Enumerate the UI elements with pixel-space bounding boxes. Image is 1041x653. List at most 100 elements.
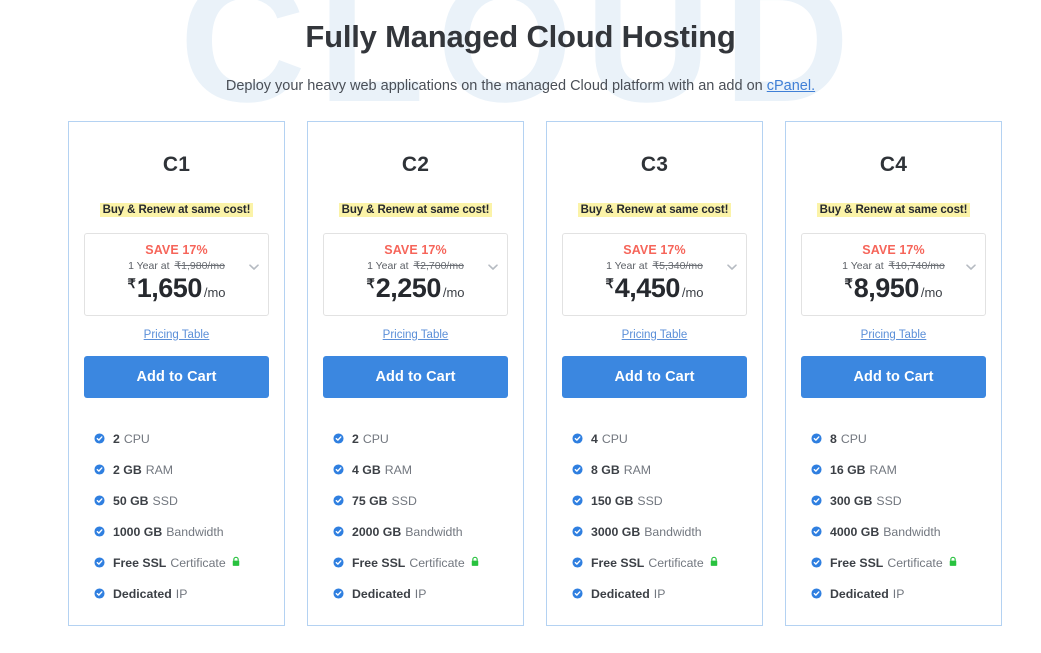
feature-value: 2 <box>113 431 120 446</box>
feature-item: Free SSL Certificate <box>333 547 507 578</box>
pricing-card-c1: C1 Buy & Renew at same cost! SAVE 17% 1 … <box>68 121 285 626</box>
pricing-cards-row: C1 Buy & Renew at same cost! SAVE 17% 1 … <box>68 121 1006 626</box>
pricing-table-link[interactable]: Pricing Table <box>144 329 210 341</box>
page-header: Fully Managed Cloud Hosting Deploy your … <box>0 0 1041 96</box>
check-circle-icon <box>94 495 105 506</box>
page-subtitle-text: Deploy your heavy web applications on th… <box>225 78 767 95</box>
chevron-down-icon[interactable] <box>247 260 260 273</box>
add-to-cart-button[interactable]: Add to Cart <box>801 356 986 398</box>
add-to-cart-button[interactable]: Add to Cart <box>562 356 747 398</box>
feature-value: 300 GB <box>830 493 873 508</box>
chevron-down-icon[interactable] <box>964 260 977 273</box>
feature-value: 1000 GB <box>113 524 163 539</box>
feature-value: 2000 GB <box>352 524 402 539</box>
rupee-symbol: ₹ <box>127 276 136 291</box>
feature-label: Certificate <box>887 555 943 570</box>
check-circle-icon <box>333 495 344 506</box>
price-box[interactable]: SAVE 17% 1 Year at ₹1,980/mo ₹1,650/mo <box>84 233 269 316</box>
renew-badge: Buy & Renew at same cost! <box>577 203 732 217</box>
feature-label: Certificate <box>409 555 465 570</box>
feature-label: SSD <box>876 493 902 508</box>
price-box[interactable]: SAVE 17% 1 Year at ₹2,700/mo ₹2,250/mo <box>323 233 508 316</box>
feature-item: Free SSL Certificate <box>811 547 985 578</box>
feature-item: 8 GB RAM <box>572 454 746 485</box>
current-price-row: ₹8,950/mo <box>810 273 977 304</box>
check-circle-icon <box>94 557 105 568</box>
pricing-card-c2: C2 Buy & Renew at same cost! SAVE 17% 1 … <box>307 121 524 626</box>
feature-label: Certificate <box>170 555 226 570</box>
current-price-row: ₹2,250/mo <box>332 273 499 304</box>
feature-item: 150 GB SSD <box>572 485 746 516</box>
feature-value: 2 GB <box>113 462 142 477</box>
feature-label: IP <box>653 586 666 601</box>
check-circle-icon <box>94 464 105 475</box>
check-circle-icon <box>572 433 583 444</box>
save-label: SAVE 17% <box>384 243 447 257</box>
lock-icon <box>231 556 241 570</box>
price-period: /mo <box>920 285 943 300</box>
feature-label: Certificate <box>648 555 704 570</box>
feature-value: 150 GB <box>591 493 634 508</box>
term-prefix: 1 Year at <box>128 260 173 272</box>
save-label: SAVE 17% <box>145 243 208 257</box>
feature-item: Dedicated IP <box>333 578 507 609</box>
old-price: ₹5,340/mo <box>652 260 703 272</box>
feature-value: 16 GB <box>830 462 866 477</box>
feature-list: 2 CPU 4 GB RAM 75 GB SSD 2000 GB Bandwidth Free … <box>324 423 507 609</box>
feature-label: Bandwidth <box>644 524 702 539</box>
check-circle-icon <box>94 526 105 537</box>
pricing-table-link[interactable]: Pricing Table <box>383 329 449 341</box>
price-box[interactable]: SAVE 17% 1 Year at ₹5,340/mo ₹4,450/mo <box>562 233 747 316</box>
feature-value: 8 GB <box>591 462 620 477</box>
price-box[interactable]: SAVE 17% 1 Year at ₹10,740/mo ₹8,950/mo <box>801 233 986 316</box>
feature-item: 4 CPU <box>572 423 746 454</box>
feature-list: 2 CPU 2 GB RAM 50 GB SSD 1000 GB Bandwidth Free … <box>85 423 268 609</box>
feature-item: 16 GB RAM <box>811 454 985 485</box>
plan-name: C1 <box>162 153 191 176</box>
check-circle-icon <box>811 557 822 568</box>
chevron-down-icon[interactable] <box>725 260 738 273</box>
price-amount: 8,950 <box>853 273 920 303</box>
cpanel-link[interactable]: cPanel. <box>767 78 815 94</box>
plan-name: C3 <box>640 153 669 176</box>
plan-name: C4 <box>879 153 908 176</box>
save-label: SAVE 17% <box>862 243 925 257</box>
check-circle-icon <box>94 433 105 444</box>
price-amount: 2,250 <box>375 273 442 303</box>
feature-value: Dedicated <box>113 586 172 601</box>
feature-item: 2 GB RAM <box>94 454 268 485</box>
rupee-symbol: ₹ <box>605 276 614 291</box>
term-row: 1 Year at ₹2,700/mo <box>332 260 499 272</box>
feature-item: 3000 GB Bandwidth <box>572 516 746 547</box>
feature-label: IP <box>175 586 188 601</box>
feature-label: IP <box>892 586 905 601</box>
feature-label: Bandwidth <box>883 524 941 539</box>
rupee-symbol: ₹ <box>844 276 853 291</box>
check-circle-icon <box>811 526 822 537</box>
feature-value: 4 <box>591 431 598 446</box>
term-prefix: 1 Year at <box>606 260 651 272</box>
pricing-table-link[interactable]: Pricing Table <box>622 329 688 341</box>
check-circle-icon <box>572 557 583 568</box>
price-period: /mo <box>442 285 465 300</box>
check-circle-icon <box>572 464 583 475</box>
page-subtitle: Deploy your heavy web applications on th… <box>0 76 1041 96</box>
add-to-cart-button[interactable]: Add to Cart <box>84 356 269 398</box>
check-circle-icon <box>94 588 105 599</box>
feature-value: Free SSL <box>113 555 167 570</box>
price-amount: 1,650 <box>136 273 203 303</box>
feature-label: SSD <box>637 493 663 508</box>
feature-label: SSD <box>391 493 417 508</box>
chevron-down-icon[interactable] <box>486 260 499 273</box>
feature-label: IP <box>414 586 427 601</box>
check-circle-icon <box>572 495 583 506</box>
pricing-card-c3: C3 Buy & Renew at same cost! SAVE 17% 1 … <box>546 121 763 626</box>
add-to-cart-button[interactable]: Add to Cart <box>323 356 508 398</box>
pricing-table-link[interactable]: Pricing Table <box>861 329 927 341</box>
lock-icon <box>470 556 480 570</box>
check-circle-icon <box>811 495 822 506</box>
check-circle-icon <box>333 526 344 537</box>
feature-label: CPU <box>601 431 628 446</box>
feature-value: Dedicated <box>352 586 411 601</box>
feature-item: 4 GB RAM <box>333 454 507 485</box>
